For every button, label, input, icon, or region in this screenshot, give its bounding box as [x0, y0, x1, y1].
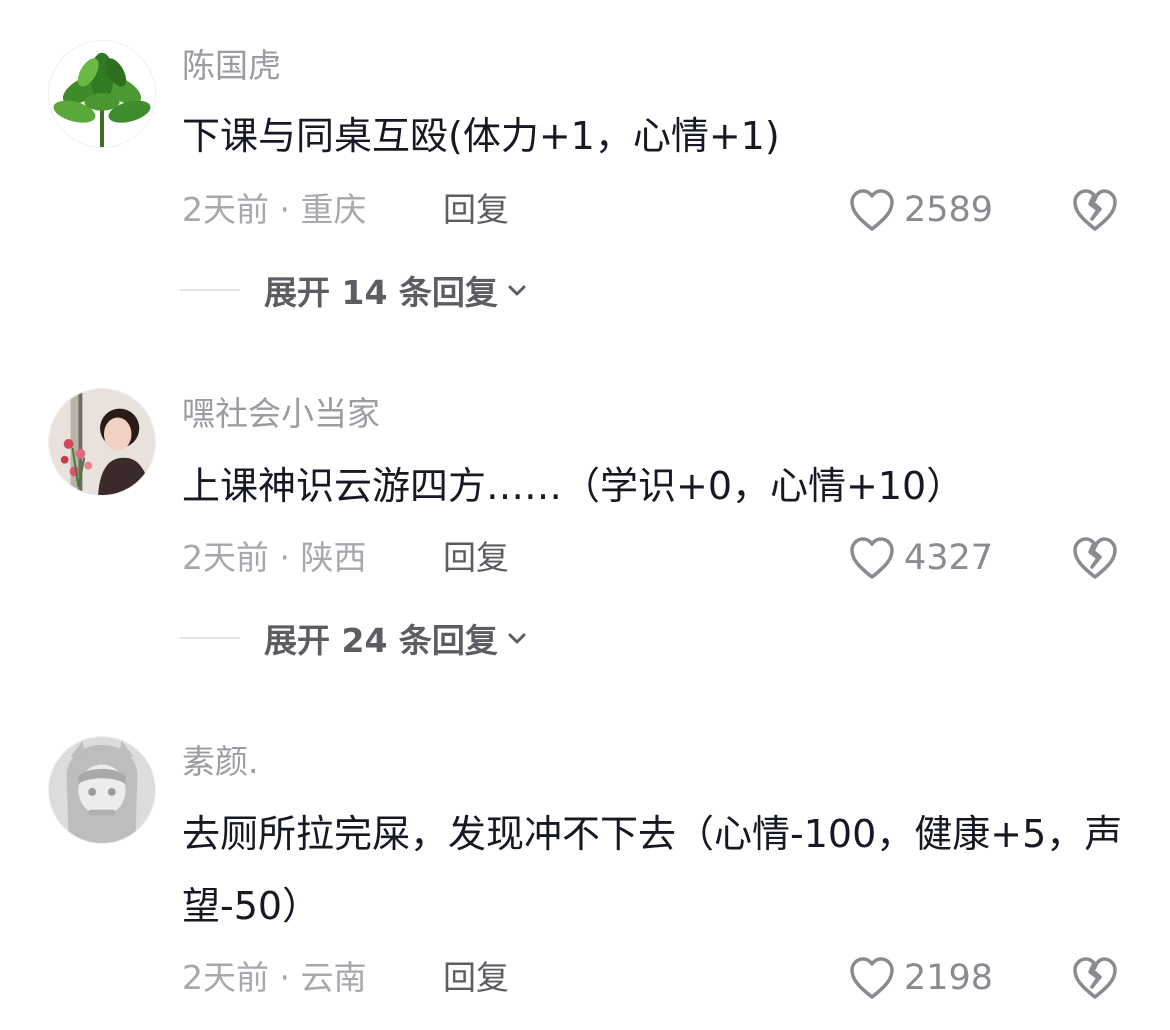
- like-count: 2589: [904, 190, 994, 230]
- reply-button[interactable]: 回复: [443, 958, 509, 998]
- heart-icon: [850, 957, 894, 999]
- like-count: 2198: [904, 958, 994, 998]
- comment-text: 下课与同桌互殴(体力+1，心情+1): [182, 114, 780, 158]
- broken-heart-icon: [1073, 537, 1117, 579]
- username[interactable]: 素颜.: [182, 742, 259, 782]
- expand-replies-label: 展开 24 条回复: [264, 621, 498, 660]
- dislike-button[interactable]: [1071, 534, 1119, 582]
- expand-replies-button[interactable]: 展开 24 条回复: [180, 616, 528, 660]
- dislike-button[interactable]: [1071, 186, 1119, 234]
- comment-text: 去厕所拉完屎，发现冲不下去（心情-100，健康+5，声望-50）: [182, 812, 1123, 928]
- expand-replies-button[interactable]: 展开 14 条回复: [180, 268, 528, 312]
- anime-girl-avatar-image: [49, 737, 155, 843]
- divider-line: [180, 637, 240, 639]
- woman-flowers-avatar-image: [49, 389, 155, 495]
- comment-meta: 2天前 · 陕西: [182, 538, 367, 577]
- divider-line: [180, 289, 240, 291]
- comment-meta: 2天前 · 云南: [182, 958, 367, 997]
- plant-avatar-image: [49, 41, 155, 147]
- avatar[interactable]: [48, 736, 156, 844]
- heart-icon: [850, 537, 894, 579]
- dislike-button[interactable]: [1071, 954, 1119, 1002]
- reply-button[interactable]: 回复: [443, 538, 509, 578]
- broken-heart-icon: [1073, 189, 1117, 231]
- username[interactable]: 嘿社会小当家: [182, 394, 380, 434]
- avatar[interactable]: [48, 40, 156, 148]
- comment-text: 上课神识云游四方……（学识+0，心情+10）: [182, 464, 965, 508]
- avatar[interactable]: [48, 388, 156, 496]
- like-button[interactable]: 2198: [848, 952, 1008, 1004]
- heart-icon: [850, 189, 894, 231]
- comment-meta: 2天前 · 重庆: [182, 190, 367, 229]
- like-count: 4327: [904, 538, 994, 578]
- chevron-down-icon: [508, 285, 526, 296]
- username[interactable]: 陈国虎: [182, 46, 281, 86]
- broken-heart-icon: [1073, 957, 1117, 999]
- like-button[interactable]: 2589: [848, 184, 1008, 236]
- reply-button[interactable]: 回复: [443, 190, 509, 230]
- expand-replies-label: 展开 14 条回复: [264, 273, 498, 312]
- like-button[interactable]: 4327: [848, 532, 1008, 584]
- chevron-down-icon: [508, 633, 526, 644]
